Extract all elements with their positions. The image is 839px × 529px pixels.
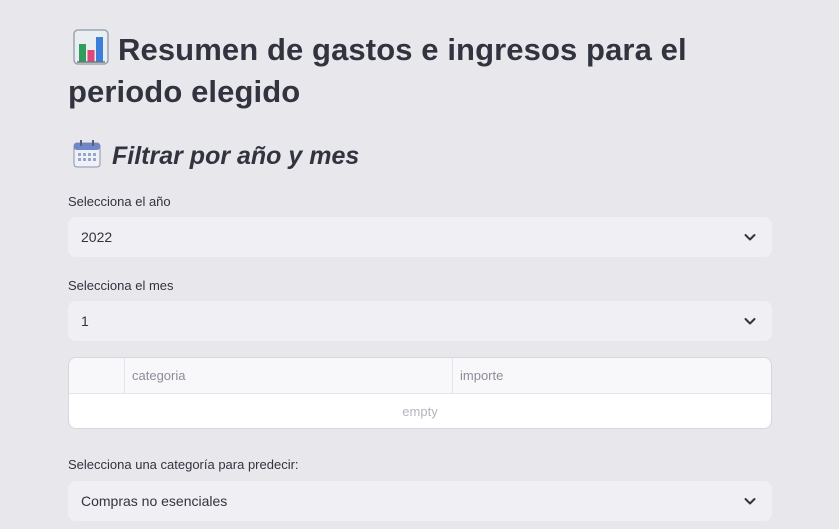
calendar-icon — [73, 140, 101, 168]
section-subtitle: Filtrar por año y mes — [72, 138, 359, 174]
table-header-categoria[interactable]: categoria — [124, 358, 452, 394]
section-subtitle-text: Filtrar por año y mes — [112, 142, 360, 170]
page-title-text: Resumen de gastos e ingresos para el per… — [68, 32, 687, 109]
table-index-header — [69, 358, 124, 394]
table-header: categoria importe — [69, 358, 771, 394]
predict-label: Selecciona una categoría para predecir: — [68, 457, 299, 472]
month-select[interactable]: 1 — [68, 301, 772, 341]
year-select[interactable]: 2022 — [68, 217, 772, 257]
month-label: Selecciona el mes — [68, 278, 174, 293]
chevron-down-icon — [744, 498, 756, 505]
table-header-importe[interactable]: importe — [452, 358, 771, 394]
month-select-value: 1 — [81, 313, 89, 329]
table-empty-message: empty — [402, 404, 438, 419]
year-select-value: 2022 — [81, 229, 113, 245]
data-table[interactable]: categoria importe empty — [68, 357, 772, 429]
predict-category-select[interactable]: Compras no esenciales — [68, 481, 772, 521]
chevron-down-icon — [744, 318, 756, 325]
year-label: Selecciona el año — [68, 194, 171, 209]
page-title: Resumen de gastos e ingresos para el per… — [68, 28, 772, 113]
bar-chart-icon — [73, 29, 109, 65]
predict-select-value: Compras no esenciales — [81, 493, 228, 509]
chevron-down-icon — [744, 234, 756, 241]
